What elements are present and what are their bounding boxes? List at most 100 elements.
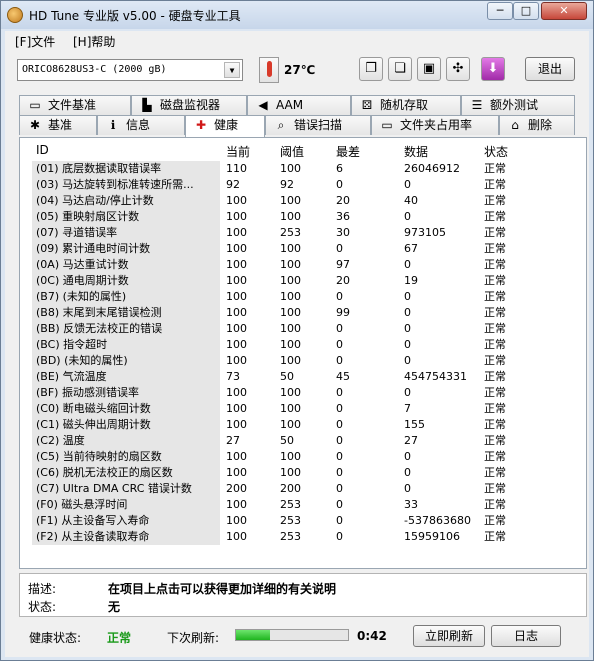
header-status[interactable]: 状态 bbox=[484, 143, 574, 160]
tab-info[interactable]: ℹ 信息 bbox=[97, 115, 185, 135]
worst-value: 0 bbox=[336, 338, 343, 351]
table-row[interactable]: (B8) 末尾到末尾错误检测 100 100 99 0 正常 bbox=[32, 305, 574, 321]
current-value: 27 bbox=[226, 434, 240, 447]
table-row[interactable]: (F0) 磁头悬浮时间 100 253 0 33 正常 bbox=[32, 497, 574, 513]
header-threshold[interactable]: 阈值 bbox=[280, 143, 332, 160]
table-row[interactable]: (05) 重映射扇区计数 100 100 36 0 正常 bbox=[32, 209, 574, 225]
tab-erase[interactable]: ⌂ 删除 bbox=[499, 115, 575, 135]
status-value: 正常 bbox=[484, 306, 506, 319]
raw-data: 7 bbox=[404, 402, 411, 415]
raw-data: 26046912 bbox=[404, 162, 460, 175]
tab-folder-usage[interactable]: ▭ 文件夹占用率 bbox=[371, 115, 499, 135]
exit-button[interactable]: 退出 bbox=[525, 57, 575, 81]
raw-data: 19 bbox=[404, 274, 418, 287]
threshold-value: 100 bbox=[280, 466, 301, 479]
table-row[interactable]: (BD) (未知的属性) 100 100 0 0 正常 bbox=[32, 353, 574, 369]
copy-screenshot-button[interactable]: ❏ bbox=[388, 57, 412, 81]
tab-random-access[interactable]: ⚄ 随机存取 bbox=[351, 95, 461, 115]
attribute-name: (F2) 从主设备读取寿命 bbox=[32, 529, 220, 545]
raw-data: 0 bbox=[404, 466, 411, 479]
tab-label: 基准 bbox=[48, 118, 73, 132]
tab-label: 信息 bbox=[126, 118, 151, 132]
lightbulb-icon: ✱ bbox=[29, 118, 41, 132]
minimize-button[interactable]: ─ bbox=[487, 2, 513, 20]
tab-aam[interactable]: ◀ AAM bbox=[247, 95, 351, 115]
thermometer-icon bbox=[259, 57, 279, 83]
download-button[interactable]: ⬇ bbox=[481, 57, 505, 81]
status-value: 正常 bbox=[484, 514, 506, 527]
table-row[interactable]: (BF) 振动感测错误率 100 100 0 0 正常 bbox=[32, 385, 574, 401]
copy-text-button[interactable]: ❐ bbox=[359, 57, 383, 81]
table-row[interactable]: (03) 马达旋转到标准转速所需... 92 92 0 0 正常 bbox=[32, 177, 574, 193]
table-row[interactable]: (04) 马达启动/停止计数 100 100 20 40 正常 bbox=[32, 193, 574, 209]
threshold-value: 50 bbox=[280, 370, 294, 383]
table-row[interactable]: (BC) 指令超时 100 100 0 0 正常 bbox=[32, 337, 574, 353]
description-value: 在项目上点击可以获得更加详细的有关说明 bbox=[108, 582, 337, 596]
table-row[interactable]: (BE) 气流温度 73 50 45 454754331 正常 bbox=[32, 369, 574, 385]
table-row[interactable]: (F2) 从主设备读取寿命 100 253 0 15959106 正常 bbox=[32, 529, 574, 545]
refresh-now-button[interactable]: 立即刷新 bbox=[413, 625, 485, 647]
attribute-name: (01) 底层数据读取错误率 bbox=[32, 161, 220, 177]
attribute-name: (BF) 振动感测错误率 bbox=[32, 385, 220, 401]
table-row[interactable]: (F1) 从主设备写入寿命 100 253 0 -537863680 正常 bbox=[32, 513, 574, 529]
status-value: 正常 bbox=[484, 322, 506, 335]
threshold-value: 100 bbox=[280, 290, 301, 303]
current-value: 100 bbox=[226, 274, 247, 287]
monitor-icon: ▭ bbox=[29, 98, 41, 112]
worst-value: 0 bbox=[336, 514, 343, 527]
table-row[interactable]: (07) 寻道错误率 100 253 30 973105 正常 bbox=[32, 225, 574, 241]
attribute-name: (07) 寻道错误率 bbox=[32, 225, 220, 241]
raw-data: 0 bbox=[404, 482, 411, 495]
worst-value: 0 bbox=[336, 434, 343, 447]
table-row[interactable]: (C6) 脱机无法校正的扇区数 100 100 0 0 正常 bbox=[32, 465, 574, 481]
table-row[interactable]: (C7) Ultra DMA CRC 错误计数 200 200 0 0 正常 bbox=[32, 481, 574, 497]
smart-table: ID 当前 阈值 最差 数据 状态 (01) 底层数据读取错误率 110 100 6 2… bbox=[32, 143, 574, 545]
current-value: 92 bbox=[226, 178, 240, 191]
table-row[interactable]: (C5) 当前待映射的扇区数 100 100 0 0 正常 bbox=[32, 449, 574, 465]
table-row[interactable]: (C1) 磁头伸出周期计数 100 100 0 155 正常 bbox=[32, 417, 574, 433]
table-row[interactable]: (C0) 断电磁头缩回计数 100 100 0 7 正常 bbox=[32, 401, 574, 417]
log-button[interactable]: 日志 bbox=[491, 625, 561, 647]
tab-label: 文件夹占用率 bbox=[400, 118, 473, 132]
tab-disk-monitor[interactable]: ▙ 磁盘监视器 bbox=[131, 95, 247, 115]
attribute-name: (F0) 磁头悬浮时间 bbox=[32, 497, 220, 513]
table-row[interactable]: (0C) 通电周期计数 100 100 20 19 正常 bbox=[32, 273, 574, 289]
drive-select-value: ORICO8628US3-C (2000 gB) bbox=[22, 64, 167, 75]
header-data[interactable]: 数据 bbox=[404, 143, 480, 160]
options-button[interactable]: ✣ bbox=[446, 57, 470, 81]
table-row[interactable]: (0A) 马达重试计数 100 100 97 0 正常 bbox=[32, 257, 574, 273]
table-row[interactable]: (BB) 反馈无法校正的错误 100 100 0 0 正常 bbox=[32, 321, 574, 337]
header-worst[interactable]: 最差 bbox=[336, 143, 400, 160]
current-value: 100 bbox=[226, 530, 247, 543]
menu-help[interactable]: [H]帮助 bbox=[73, 33, 115, 50]
current-value: 100 bbox=[226, 466, 247, 479]
threshold-value: 100 bbox=[280, 306, 301, 319]
tab-extra-tests[interactable]: ☰ 额外测试 bbox=[461, 95, 575, 115]
tab-row-top: ▭ 文件基准 ▙ 磁盘监视器 ◀ AAM ⚄ 随机存取 ☰ 额外测试 bbox=[19, 95, 575, 115]
tab-file-benchmark[interactable]: ▭ 文件基准 bbox=[19, 95, 131, 115]
tab-health[interactable]: ✚ 健康 bbox=[185, 115, 265, 137]
menu-file[interactable]: [F]文件 bbox=[15, 33, 55, 50]
status-value: 正常 bbox=[484, 434, 506, 447]
tab-benchmark[interactable]: ✱ 基准 bbox=[19, 115, 97, 135]
threshold-value: 100 bbox=[280, 322, 301, 335]
maximize-button[interactable]: □ bbox=[513, 2, 539, 20]
table-row[interactable]: (09) 累计通电时间计数 100 100 0 67 正常 bbox=[32, 241, 574, 257]
app-logo-icon bbox=[7, 7, 23, 23]
tab-error-scan[interactable]: ⌕ 错误扫描 bbox=[265, 115, 371, 135]
save-button[interactable]: ▣ bbox=[417, 57, 441, 81]
close-button[interactable]: ✕ bbox=[541, 2, 587, 20]
status-value: 正常 bbox=[484, 290, 506, 303]
header-id[interactable]: ID bbox=[32, 143, 220, 157]
table-row[interactable]: (B7) (未知的属性) 100 100 0 0 正常 bbox=[32, 289, 574, 305]
attribute-name: (05) 重映射扇区计数 bbox=[32, 209, 220, 225]
speaker-icon: ◀ bbox=[258, 98, 268, 112]
title-bar[interactable]: HD Tune 专业版 v5.00 - 硬盘专业工具 ─ □ ✕ bbox=[1, 1, 593, 29]
next-refresh-label: 下次刷新: bbox=[167, 631, 220, 645]
table-row[interactable]: (C2) 温度 27 50 0 27 正常 bbox=[32, 433, 574, 449]
chevron-down-icon[interactable]: ▼ bbox=[224, 62, 240, 78]
table-row[interactable]: (01) 底层数据读取错误率 110 100 6 26046912 正常 bbox=[32, 161, 574, 177]
menu-bar: [F]文件 [H]帮助 bbox=[5, 31, 589, 51]
header-current[interactable]: 当前 bbox=[224, 143, 270, 160]
drive-select[interactable]: ORICO8628US3-C (2000 gB) ▼ bbox=[17, 59, 243, 81]
